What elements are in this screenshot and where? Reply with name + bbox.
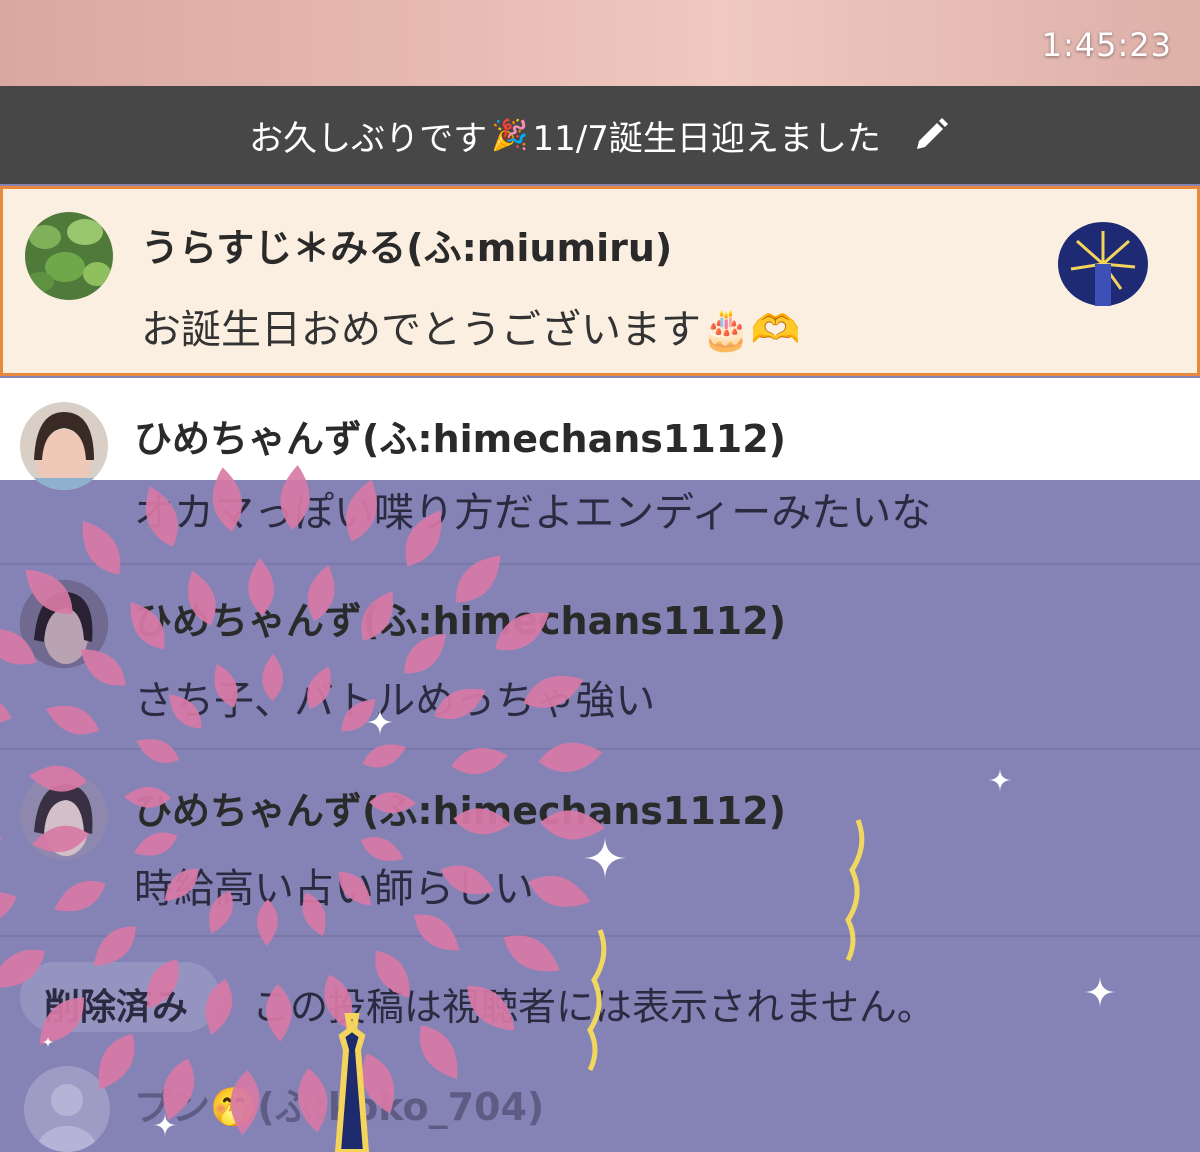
divider	[0, 748, 1200, 750]
default-avatar-icon[interactable]	[24, 1066, 110, 1152]
sparkle-icon	[583, 836, 627, 880]
comment-author: ひめちゃんず(ふ:himechans1112)	[134, 789, 787, 833]
firework-petal	[0, 892, 17, 924]
firework-petal	[136, 739, 180, 763]
sparkle-icon	[988, 768, 1012, 792]
sparkle-icon	[1084, 976, 1116, 1008]
broadcast-title: お久しぶりです	[249, 118, 488, 159]
firework-petal	[45, 705, 100, 735]
firework-petal	[528, 875, 591, 907]
broadcast-title-date: 11/7誕生日迎えました	[532, 118, 881, 159]
comment-author: ひめちゃんず(ふ:himechans1112)	[134, 417, 787, 461]
sparkler-streak	[587, 819, 865, 1072]
avatar[interactable]	[20, 580, 108, 668]
party-popper-emoji: 🎉	[491, 117, 529, 153]
highlighted-comment[interactable]: うらすじ＊みる(ふ:miumiru) お誕生日おめでとうございます🎂🫶	[0, 186, 1200, 376]
edit-pencil-icon[interactable]	[911, 115, 951, 155]
firework-petal	[503, 935, 560, 972]
comment-author: うらすじ＊みる(ふ:miumiru)	[141, 226, 673, 270]
firework-petal	[54, 880, 106, 912]
firework-petal	[0, 758, 1, 792]
video-preview	[0, 0, 1200, 86]
broadcast-title-bar[interactable]: お久しぶりです 🎉 11/7誕生日迎えました	[0, 86, 1200, 184]
avatar[interactable]	[20, 772, 108, 860]
deleted-message: この投稿は視聴者には表示されません。	[252, 985, 935, 1029]
firework-petal	[362, 744, 407, 768]
comment-message: オカマっぽい喋り方だよエンディーみたいな	[134, 490, 932, 536]
comment-author: プン🤭(ふ:koko_704)	[134, 1085, 545, 1129]
fireworks-gift-icon[interactable]	[1055, 219, 1151, 309]
divider	[0, 563, 1200, 565]
clock: 1:45:23	[1041, 26, 1172, 64]
comment-message: 時給高い占い師らしい	[134, 866, 534, 912]
firework-petal	[0, 828, 2, 858]
comment-author: ひめちゃんず(ふ:himechans1112)	[134, 599, 787, 643]
deleted-label: 削除済み	[44, 987, 189, 1028]
avatar[interactable]	[20, 402, 108, 490]
comment-message: さち子、バトルめっちゃ強い	[134, 678, 656, 724]
firework-petal	[82, 520, 121, 575]
firework-petal	[538, 742, 603, 772]
comment-row[interactable]: ひめちゃんず(ふ:himechans1112)	[0, 378, 1200, 490]
sparkle-icon	[42, 1036, 54, 1048]
divider	[0, 935, 1200, 937]
avatar[interactable]	[25, 212, 113, 300]
firework-petal	[0, 693, 12, 725]
comment-message: お誕生日おめでとうございます🎂🫶	[141, 307, 801, 353]
